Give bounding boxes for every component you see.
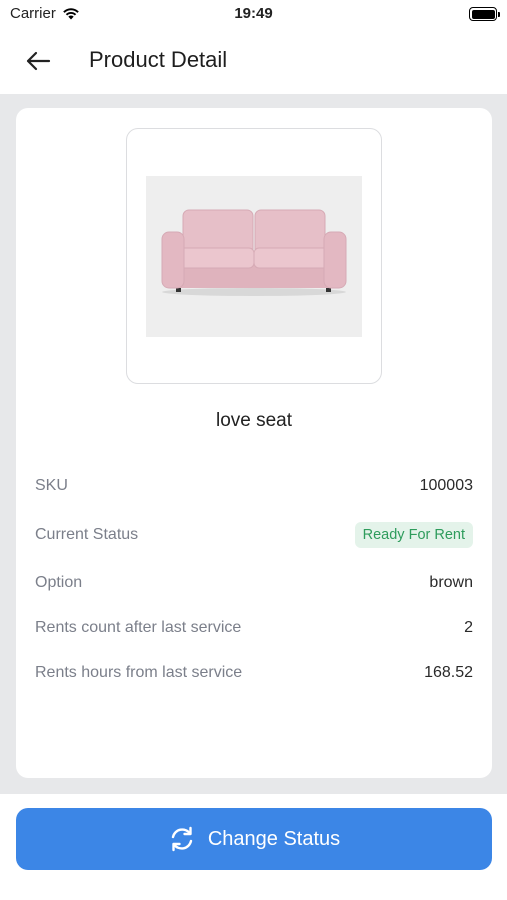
- option-label: Option: [35, 574, 83, 591]
- product-image: [146, 176, 362, 337]
- nav-bar: Product Detail: [0, 30, 507, 94]
- rents-hours-value: 168.52: [424, 664, 473, 681]
- sku-label: SKU: [35, 477, 68, 494]
- footer: Change Status: [0, 794, 507, 900]
- detail-row-sku: SKU 100003: [35, 477, 473, 495]
- refresh-icon: [171, 826, 193, 852]
- product-image-frame: [126, 128, 382, 384]
- back-button[interactable]: [20, 44, 56, 78]
- change-status-button[interactable]: Change Status: [16, 808, 492, 870]
- rents-count-value: 2: [464, 619, 473, 636]
- change-status-label: Change Status: [207, 827, 341, 850]
- rents-count-label: Rents count after last service: [35, 619, 242, 636]
- product-name: love seat: [215, 410, 293, 431]
- status-badge: Ready For Rent: [354, 522, 473, 548]
- detail-row-option: Option brown: [35, 574, 473, 592]
- content-area: love seat SKU 100003 Current Status Read…: [0, 94, 507, 794]
- sku-value: 100003: [419, 477, 473, 494]
- page-title: Product Detail: [89, 47, 228, 72]
- back-arrow-icon: [26, 51, 51, 71]
- option-value: brown: [429, 574, 473, 591]
- status-label: Current Status: [35, 526, 139, 543]
- clock: 19:49: [234, 5, 273, 22]
- detail-row-rents-hours: Rents hours from last service 168.52: [35, 664, 473, 682]
- detail-row-rents-count: Rents count after last service 2: [35, 619, 473, 637]
- battery-icon: [469, 7, 500, 21]
- rents-hours-label: Rents hours from last service: [35, 664, 243, 681]
- detail-row-status: Current Status Ready For Rent: [35, 522, 473, 548]
- product-card: love seat SKU 100003 Current Status Read…: [16, 108, 492, 778]
- status-bar: Carrier 19:49: [0, 0, 507, 30]
- sofa-icon: [161, 209, 347, 296]
